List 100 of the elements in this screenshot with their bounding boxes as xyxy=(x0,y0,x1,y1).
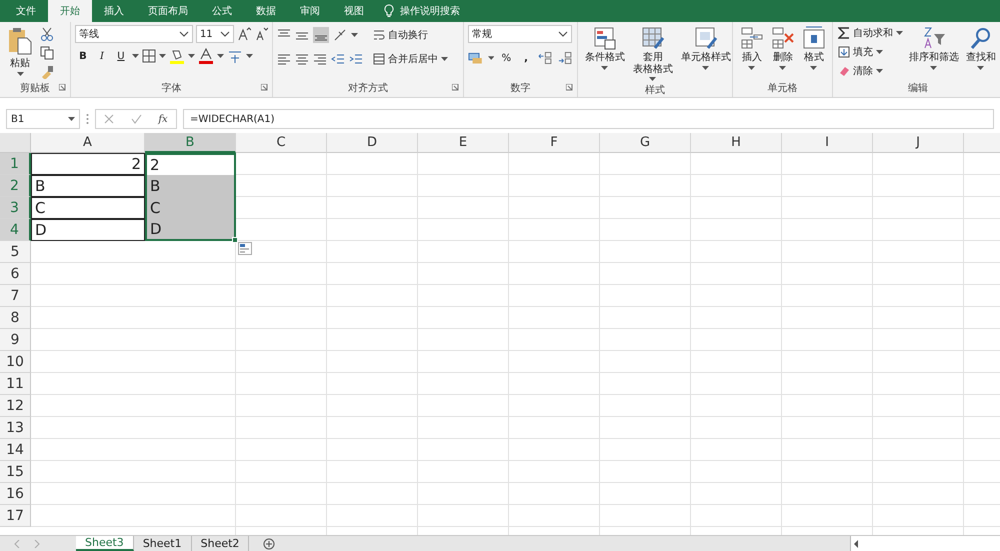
ribbon-tab[interactable]: 公式 xyxy=(200,0,244,22)
row-header[interactable]: 10 xyxy=(0,351,31,373)
row-header[interactable]: 12 xyxy=(0,395,31,417)
align-right-icon[interactable] xyxy=(312,52,327,66)
row-header[interactable]: 14 xyxy=(0,439,31,461)
caret-icon[interactable] xyxy=(350,32,358,38)
lightbulb-icon[interactable] xyxy=(384,4,394,18)
row-header[interactable]: 1 xyxy=(0,153,31,175)
tell-me-search[interactable]: 操作说明搜索 xyxy=(400,4,460,18)
caret-icon[interactable] xyxy=(16,72,24,76)
merge-center-button[interactable]: 合并后居中 xyxy=(370,51,450,67)
ribbon-button[interactable]: 套用 表格格式 xyxy=(630,25,676,83)
row-header[interactable]: 17 xyxy=(0,505,31,527)
row-header[interactable]: 8 xyxy=(0,307,31,329)
ribbon-button[interactable]: 填充 xyxy=(836,44,905,60)
sheet-tab[interactable]: Sheet2 xyxy=(192,536,250,551)
insert-function-button[interactable]: fx xyxy=(158,114,168,124)
row-header[interactable]: 9 xyxy=(0,329,31,351)
dialog-launcher-icon[interactable] xyxy=(566,84,573,91)
sheet-tab[interactable]: Sheet1 xyxy=(134,536,192,551)
caret-icon[interactable] xyxy=(930,66,938,70)
increase-decimal-icon[interactable] xyxy=(538,51,554,65)
italic-button[interactable]: I xyxy=(94,48,110,64)
caret-icon[interactable] xyxy=(216,54,224,58)
column-header[interactable]: J xyxy=(873,133,964,153)
formula-field[interactable]: =WIDECHAR(A1) xyxy=(183,109,994,129)
name-box[interactable]: B1 xyxy=(6,109,80,129)
add-sheet-icon[interactable] xyxy=(263,538,276,550)
ribbon-button[interactable]: 条件格式 xyxy=(582,25,628,83)
table-cell[interactable]: B xyxy=(31,175,145,197)
row-header[interactable]: 3 xyxy=(0,197,31,219)
sort-filter-button[interactable]: 排序和筛选 xyxy=(906,25,962,81)
ribbon-tab[interactable]: 数据 xyxy=(244,0,288,22)
table-cell[interactable]: C xyxy=(145,197,236,219)
caret-icon[interactable] xyxy=(748,66,756,70)
table-cell[interactable]: 2 xyxy=(145,153,236,175)
font-color-icon[interactable] xyxy=(198,48,214,64)
borders-icon[interactable] xyxy=(142,49,156,63)
row-header[interactable]: 2 xyxy=(0,175,31,197)
number-format-dropdown[interactable]: 常规 xyxy=(468,25,572,43)
ribbon-button[interactable]: 单元格样式 xyxy=(678,25,734,83)
font-name-dropdown[interactable]: 等线 xyxy=(74,25,193,43)
copy-icon[interactable] xyxy=(40,46,54,60)
format-painter-icon[interactable] xyxy=(40,65,54,79)
sheet-tab[interactable]: Sheet3 xyxy=(76,536,134,551)
column-header[interactable]: G xyxy=(600,133,691,153)
ribbon-tab[interactable]: 文件 xyxy=(4,0,48,22)
align-bottom-icon[interactable] xyxy=(312,27,329,43)
dialog-launcher-icon[interactable] xyxy=(260,84,268,91)
caret-icon[interactable] xyxy=(649,77,656,82)
ribbon-button[interactable]: 插入 xyxy=(736,25,767,81)
percent-button[interactable]: % xyxy=(498,50,514,66)
font-size-dropdown[interactable]: 11 xyxy=(196,25,234,43)
caret-icon[interactable] xyxy=(896,30,903,36)
row-header[interactable]: 11 xyxy=(0,373,31,395)
bold-button[interactable]: B xyxy=(74,48,91,64)
grow-font-icon[interactable] xyxy=(236,27,251,41)
row-header[interactable]: 16 xyxy=(0,483,31,505)
caret-icon[interactable] xyxy=(188,54,195,58)
caret-icon[interactable] xyxy=(601,66,608,70)
align-center-icon[interactable] xyxy=(294,52,309,66)
ribbon-tab[interactable]: 页面布局 xyxy=(136,0,200,22)
row-header[interactable]: 15 xyxy=(0,461,31,483)
dialog-launcher-icon[interactable] xyxy=(452,84,459,91)
caret-icon[interactable] xyxy=(158,54,166,58)
align-left-icon[interactable] xyxy=(276,52,291,66)
table-cell[interactable]: D xyxy=(31,219,145,241)
fill-handle[interactable] xyxy=(232,237,238,243)
paste-button[interactable]: 粘贴 xyxy=(4,25,36,81)
column-header[interactable]: B xyxy=(145,133,236,153)
shrink-font-icon[interactable] xyxy=(254,27,268,41)
caret-icon[interactable] xyxy=(810,66,818,70)
find-select-button[interactable]: 查找和 xyxy=(962,25,999,81)
ribbon-tab[interactable]: 插入 xyxy=(92,0,136,22)
caret-icon[interactable] xyxy=(702,66,710,70)
fill-color-icon[interactable] xyxy=(168,48,185,64)
ribbon-tab[interactable]: 开始 xyxy=(48,0,92,22)
caret-icon[interactable] xyxy=(440,56,448,62)
ribbon-tab[interactable]: 视图 xyxy=(332,0,376,22)
caret-icon[interactable] xyxy=(246,54,253,58)
column-header[interactable]: A xyxy=(31,133,145,153)
wrap-text-button[interactable]: 自动换行 xyxy=(370,27,450,43)
underline-button[interactable]: U xyxy=(112,48,129,64)
row-header[interactable]: 13 xyxy=(0,417,31,439)
column-header[interactable]: I xyxy=(782,133,873,153)
orientation-icon[interactable] xyxy=(332,28,347,42)
row-header[interactable]: 7 xyxy=(0,285,31,307)
dialog-launcher-icon[interactable] xyxy=(58,84,66,91)
caret-icon[interactable] xyxy=(132,54,139,58)
ribbon-button[interactable]: 删除 xyxy=(768,25,798,81)
quick-analysis-icon[interactable] xyxy=(238,242,252,255)
table-cell[interactable]: B xyxy=(145,175,236,197)
ribbon-button[interactable]: 清除 xyxy=(836,63,905,79)
caret-icon[interactable] xyxy=(977,66,984,70)
ribbon-button[interactable]: 自动求和 xyxy=(836,25,905,41)
ribbon-button[interactable]: 格式 xyxy=(798,25,829,81)
column-header[interactable]: H xyxy=(691,133,782,153)
column-header[interactable]: F xyxy=(509,133,600,153)
caret-icon[interactable] xyxy=(876,50,883,54)
decrease-indent-icon[interactable] xyxy=(330,52,345,66)
